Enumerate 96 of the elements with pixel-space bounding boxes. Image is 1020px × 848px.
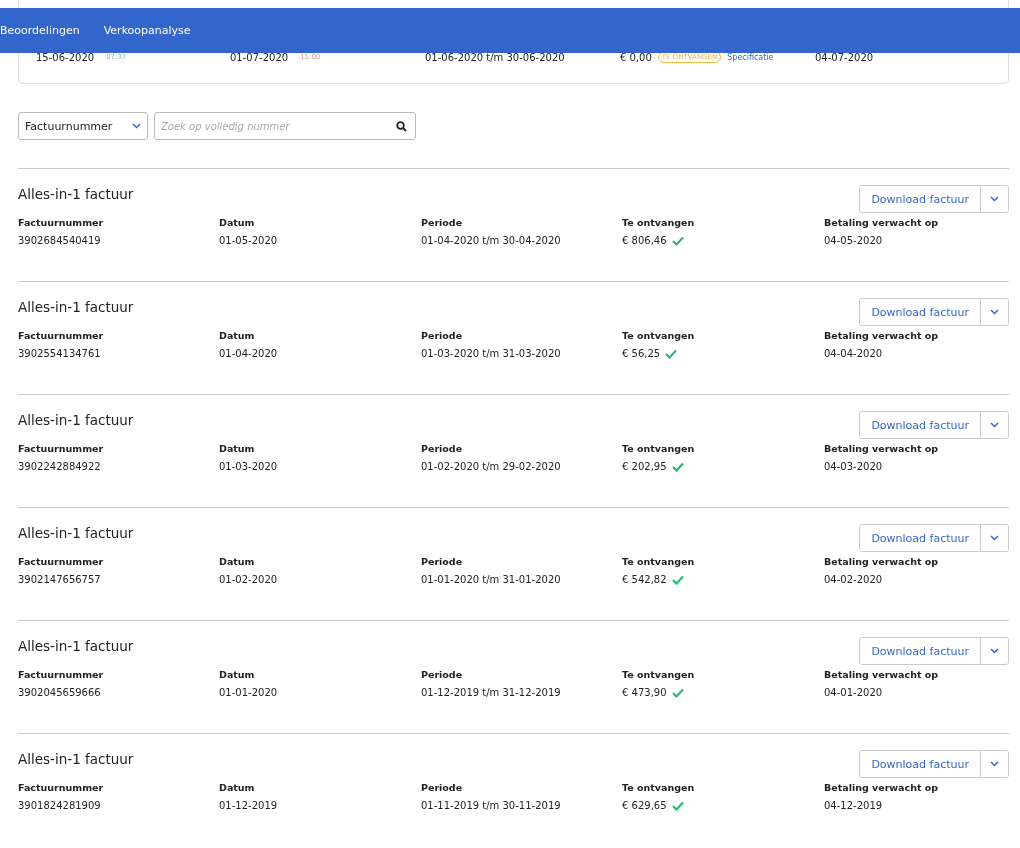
field-label: Te ontvangen: [622, 217, 696, 228]
field-label: Periode: [421, 782, 464, 793]
field-label: Factuurnummer: [18, 330, 105, 341]
field-value: € 806,46: [622, 235, 667, 246]
field-label: Periode: [421, 669, 464, 680]
dropdown-button[interactable]: [980, 412, 1008, 438]
field-label: Betaling verwacht op: [824, 217, 940, 228]
field-label: Datum: [219, 556, 256, 567]
field-value: 3902684540419: [18, 235, 101, 246]
chevron-icon: [990, 648, 999, 654]
field-value: € 542,82: [622, 574, 667, 585]
dropdown-button[interactable]: [980, 525, 1008, 551]
invoice-title: Alles-in-1 factuur: [18, 638, 134, 654]
search-field[interactable]: Zoek op volledig nummer: [154, 112, 416, 140]
field-label: Factuurnummer: [18, 217, 105, 228]
field-value: 01-11-2019 t/m 30-11-2019: [421, 800, 561, 811]
field-label: Betaling verwacht op: [824, 669, 940, 680]
check-icon: [665, 348, 678, 359]
field-label: Datum: [219, 443, 256, 454]
invoice-title: Alles-in-1 factuur: [18, 525, 134, 541]
field-value: 04-05-2020: [824, 235, 883, 246]
field-value: 01-04-2020: [219, 348, 278, 359]
field-label: Periode: [421, 443, 464, 454]
invoice-title: Alles-in-1 factuur: [18, 299, 134, 315]
field-value: 01-12-2019: [219, 800, 278, 811]
chevron-icon: [990, 535, 999, 541]
field-label: Datum: [219, 217, 256, 228]
invoice-title: Alles-in-1 factuur: [18, 751, 134, 767]
period-text: 01-06-2020 t/m 30-06-2020: [425, 51, 566, 63]
field-value: 3901824281909: [18, 800, 101, 811]
field-value: 3902554134761: [18, 348, 101, 359]
check-icon: [671, 800, 684, 811]
field-label: Te ontvangen: [622, 669, 696, 680]
amount-text: € 0,00: [620, 51, 652, 63]
field-value: 01-12-2019 t/m 31-12-2019: [421, 687, 561, 698]
field-value: 04-12-2019: [824, 800, 883, 811]
field-value: 3902147656757: [18, 574, 101, 585]
field-value: 01-05-2020: [219, 235, 278, 246]
check-icon: [671, 687, 684, 698]
field-value: 04-01-2020: [824, 687, 883, 698]
field-value: 01-01-2020: [219, 687, 278, 698]
dropdown-button[interactable]: [980, 186, 1008, 212]
field-value: 04-04-2020: [824, 348, 883, 359]
check-icon: [671, 461, 684, 472]
field-value: 01-04-2020 t/m 30-04-2020: [421, 235, 561, 246]
field-value: 01-02-2020 t/m 29-02-2020: [421, 461, 561, 472]
field-label: Betaling verwacht op: [824, 443, 940, 454]
field-value: 04-03-2020: [824, 461, 883, 472]
chevron-icon: [132, 123, 141, 129]
field-label: Factuurnummer: [18, 443, 105, 454]
field-label: Periode: [421, 556, 464, 567]
field-label: Te ontvangen: [622, 443, 696, 454]
chevron-icon: [990, 309, 999, 315]
field-value: € 202,95: [622, 461, 667, 472]
field-label: Factuurnummer: [18, 556, 105, 567]
date-text: 01-07-2020: [230, 51, 289, 63]
dropdown-button[interactable]: [980, 751, 1008, 777]
field-label: Betaling verwacht op: [824, 782, 940, 793]
field-label: Periode: [421, 217, 464, 228]
field-label: Factuurnummer: [18, 669, 105, 680]
field-value: € 629,65: [622, 800, 667, 811]
search-icon: [396, 121, 407, 132]
check-icon: [671, 235, 684, 246]
date-text: 15-06-2020: [36, 51, 95, 63]
dropdown-button[interactable]: [980, 638, 1008, 664]
field-label: Periode: [421, 330, 464, 341]
period-text: 04-07-2020: [815, 51, 875, 63]
dropdown-button[interactable]: [980, 299, 1008, 325]
chevron-icon: [990, 422, 999, 428]
field-value: € 56,25: [622, 348, 661, 359]
field-value: 01-02-2020: [219, 574, 278, 585]
field-label: Betaling verwacht op: [824, 330, 940, 341]
field-label: Te ontvangen: [622, 782, 696, 793]
field-label: Te ontvangen: [622, 330, 696, 341]
field-label: Datum: [219, 330, 256, 341]
nav-tab[interactable]: Beoordelingen: [0, 24, 80, 37]
field-value: 01-03-2020: [219, 461, 278, 472]
check-icon: [671, 574, 684, 585]
field-value: 04-02-2020: [824, 574, 883, 585]
invoice-title: Alles-in-1 factuur: [18, 412, 134, 428]
specification-link[interactable]: Specificatie: [727, 52, 774, 62]
field-value: 01-01-2020 t/m 31-01-2020: [421, 574, 561, 585]
field-label: Datum: [219, 669, 256, 680]
field-value: 01-03-2020 t/m 31-03-2020: [421, 348, 561, 359]
field-value: € 473,90: [622, 687, 667, 698]
field-label: Datum: [219, 782, 256, 793]
chevron-icon: [990, 196, 999, 202]
filter-select[interactable]: Factuurnummer: [18, 112, 148, 140]
invoice-title: Alles-in-1 factuur: [18, 186, 134, 202]
nav-tab[interactable]: Verkoopanalyse: [103, 24, 191, 37]
chevron-icon: [990, 761, 999, 767]
field-value: 3902045659666: [18, 687, 101, 698]
field-label: Betaling verwacht op: [824, 556, 940, 567]
field-label: Factuurnummer: [18, 782, 105, 793]
field-value: 3902242884922: [18, 461, 101, 472]
field-label: Te ontvangen: [622, 556, 696, 567]
